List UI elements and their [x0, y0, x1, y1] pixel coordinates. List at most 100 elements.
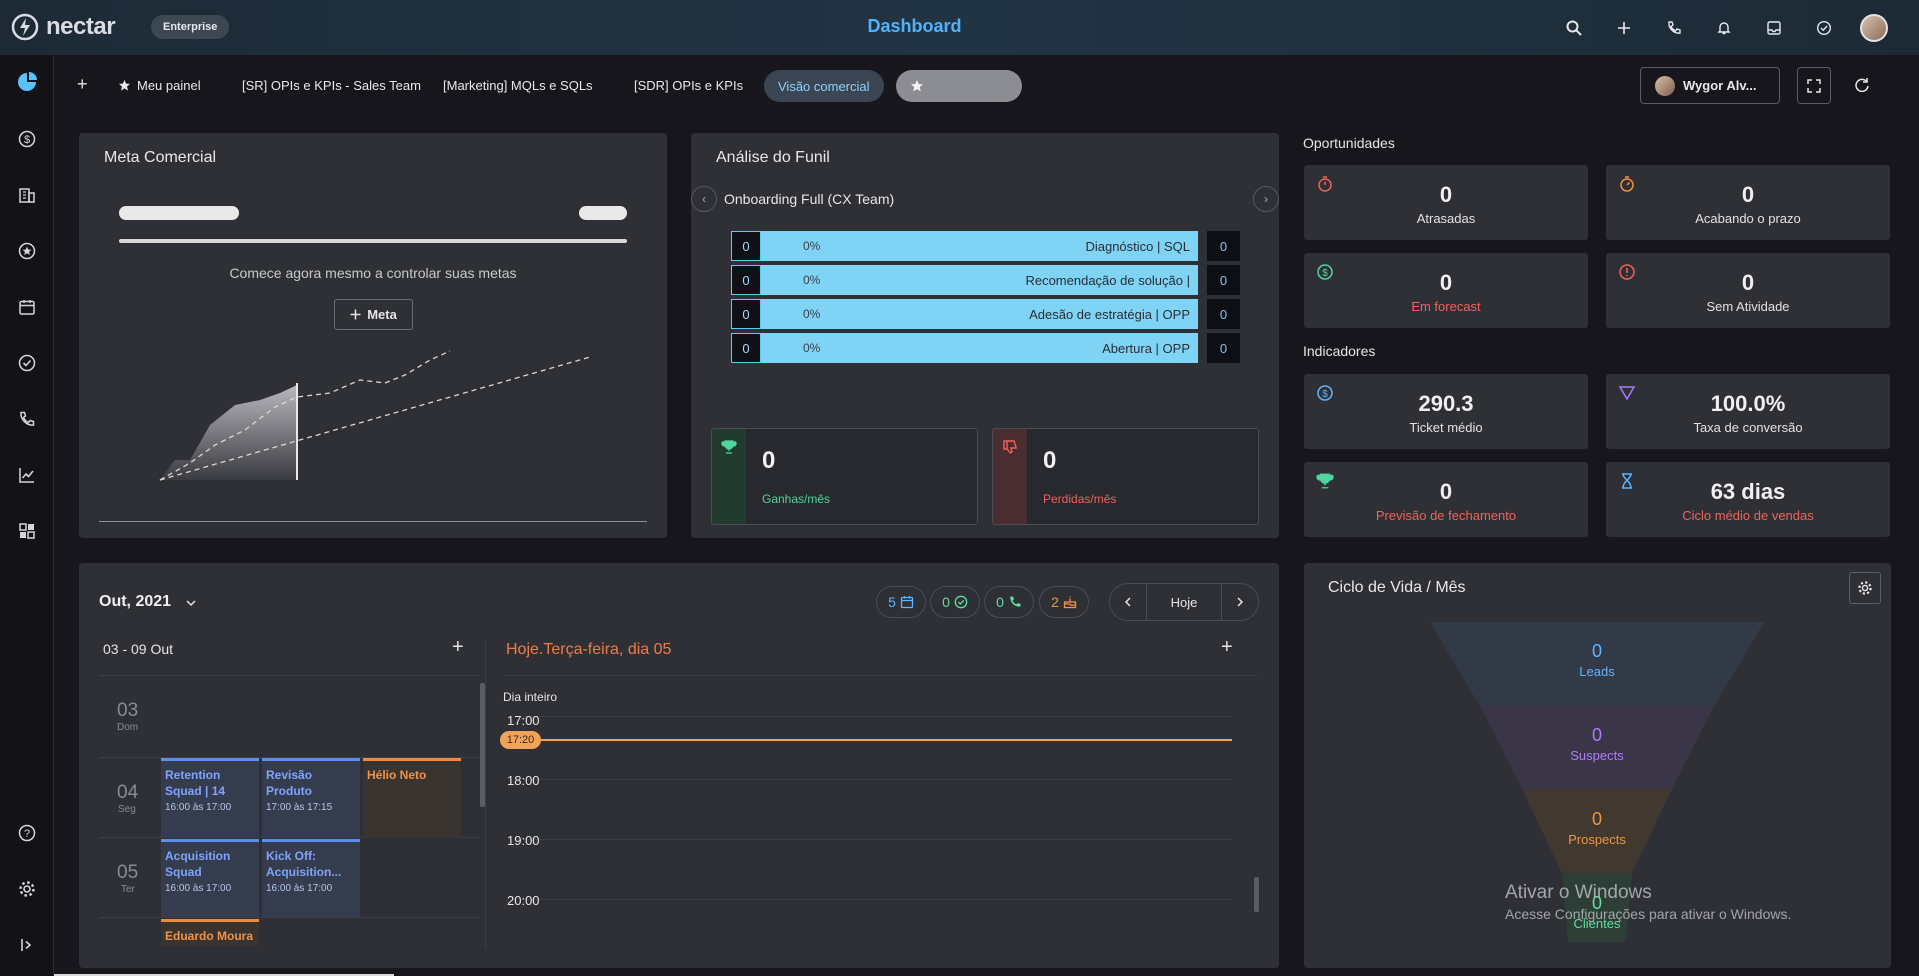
top-bar: nectar Enterprise Dashboard — [0, 0, 1919, 55]
task-icon[interactable] — [12, 348, 42, 378]
calendar-event[interactable]: Kick Off: Acquisition... 16:00 às 17:00 — [262, 839, 360, 917]
calls-counter[interactable]: 0 — [984, 586, 1034, 618]
hour-label: 18:00 — [507, 773, 540, 788]
dashboard-icon[interactable] — [12, 67, 42, 97]
day-scrollbar[interactable] — [1254, 877, 1259, 912]
calendar-icon[interactable] — [12, 292, 42, 322]
week-scrollbar[interactable] — [480, 683, 485, 807]
refresh-icon[interactable] — [1853, 76, 1871, 94]
add-event-day-button[interactable]: + — [1221, 636, 1233, 659]
apps-icon[interactable] — [12, 516, 42, 546]
bell-icon[interactable] — [1699, 14, 1749, 42]
hour-label: 19:00 — [507, 833, 540, 848]
kpi-atrasadas[interactable]: 0 Atrasadas — [1304, 165, 1588, 240]
today-button[interactable]: Hoje — [1147, 583, 1221, 621]
events-counter[interactable]: 5 — [876, 586, 926, 618]
chevron-down-icon[interactable] — [186, 598, 196, 608]
perdidas-value: 0 — [1043, 447, 1057, 474]
company-icon[interactable] — [12, 180, 42, 210]
calendar-next-button[interactable] — [1221, 583, 1259, 621]
kpi-value: 0 — [1439, 479, 1453, 504]
watermark-subtitle: Acesse Configurações para ativar o Windo… — [1505, 906, 1792, 922]
help-icon[interactable]: ? — [12, 818, 42, 848]
add-icon[interactable] — [1599, 14, 1649, 42]
user-filter-button[interactable]: Wygor Alv... — [1640, 67, 1780, 104]
svg-text:?: ? — [24, 828, 30, 840]
calendar-event[interactable]: Acquisition Squad 16:00 às 17:00 — [161, 839, 259, 917]
tab-add[interactable]: + — [77, 74, 88, 95]
meta-progress-track — [119, 239, 627, 243]
divider — [99, 917, 480, 918]
kpi-acabando-prazo[interactable]: 0 Acabando o prazo — [1606, 165, 1890, 240]
event-time: 16:00 às 17:00 — [266, 883, 333, 894]
perdidas-card[interactable]: 0 Perdidas/mês — [992, 428, 1259, 525]
tasks-counter[interactable]: 0 — [930, 586, 980, 618]
funil-stage-row[interactable]: 0 0% Recomendação de solução | 0 — [731, 265, 1240, 295]
lifecycle-stage-leads[interactable]: 0 Leads — [1430, 641, 1764, 679]
star-icon[interactable] — [12, 236, 42, 266]
divider — [485, 640, 486, 948]
lifecycle-stage-prospects[interactable]: 0 Prospects — [1430, 809, 1764, 847]
kpi-label: Ticket médio — [1409, 420, 1483, 435]
funil-stage-row[interactable]: 0 0% Adesão de estratégia | OPP 0 — [731, 299, 1240, 329]
reports-icon[interactable] — [12, 460, 42, 490]
search-icon[interactable] — [1549, 14, 1599, 42]
tab-meu-painel[interactable]: Meu painel — [118, 78, 201, 93]
tab-marketing[interactable]: [Marketing] MQLs e SQLs — [443, 78, 593, 93]
calendar-event[interactable]: Revisão Produto 17:00 às 17:15 — [262, 758, 360, 838]
funil-prev-button[interactable]: ‹ — [691, 186, 717, 212]
oportunidades-title: Oportunidades — [1303, 135, 1395, 151]
week-range: 03 - 09 Out — [103, 641, 174, 657]
funil-stage-row[interactable]: 0 0% Diagnóstico | SQL 0 — [731, 231, 1240, 261]
collapse-icon[interactable] — [12, 930, 42, 960]
calendar-month[interactable]: Out, 2021 — [99, 593, 171, 611]
inbox-icon[interactable] — [1749, 14, 1799, 42]
calendar-event[interactable]: Hélio Neto — [363, 758, 461, 838]
tab-visao-comercial[interactable]: Visão comercial — [764, 70, 884, 102]
meta-progress-placeholder — [579, 206, 627, 220]
lifecycle-stage-suspects[interactable]: 0 Suspects — [1430, 725, 1764, 763]
calendar-event[interactable]: Retention Squad | 14 16:00 às 17:00 — [161, 758, 259, 838]
kpi-taxa-conversao[interactable]: 100.0% Taxa de conversão — [1606, 374, 1890, 449]
call-icon[interactable] — [12, 404, 42, 434]
fullscreen-icon — [1807, 78, 1821, 93]
event-title: Acquisition Squad — [165, 849, 231, 879]
funil-next-button[interactable]: › — [1253, 186, 1279, 212]
money-icon[interactable]: $ — [12, 124, 42, 154]
settings-icon[interactable] — [12, 874, 42, 904]
add-event-week-button[interactable]: + — [452, 636, 464, 659]
fullscreen-button[interactable] — [1797, 67, 1831, 104]
lifecycle-settings-button[interactable] — [1849, 572, 1881, 604]
stage-number: 0 — [731, 265, 761, 295]
phone-icon[interactable] — [1649, 14, 1699, 42]
stage-label: Leads — [1579, 664, 1615, 679]
tab-dragging-placeholder[interactable] — [896, 70, 1022, 102]
funil-stage-row[interactable]: 0 0% Abertura | OPP 0 — [731, 333, 1240, 363]
birthdays-counter[interactable]: 2 — [1039, 586, 1089, 618]
stage-label: Recomendação de solução | — [1025, 273, 1190, 288]
check-circle-icon[interactable] — [1799, 14, 1849, 42]
meta-comercial-title: Meta Comercial — [104, 149, 217, 166]
tab-sr-opis[interactable]: [SR] OPIs e KPIs - Sales Team — [242, 78, 421, 93]
kpi-ticket-medio[interactable]: $ 290.3 Ticket médio — [1304, 374, 1588, 449]
calendar-prev-button[interactable] — [1109, 583, 1147, 621]
kpi-value: 290.3 — [1418, 391, 1474, 416]
kpi-previsao-fechamento[interactable]: 0 Previsão de fechamento — [1304, 462, 1588, 537]
birthdays-count: 2 — [1051, 594, 1059, 610]
stage-count: 0 — [1207, 333, 1240, 363]
hour-line — [523, 839, 1233, 840]
tab-sdr-opis[interactable]: [SDR] OPIs e KPIs — [634, 78, 743, 93]
kpi-sem-atividade[interactable]: 0 Sem Atividade — [1606, 253, 1890, 328]
kpi-label: Acabando o prazo — [1695, 211, 1801, 226]
stage-percent: 0% — [803, 341, 821, 355]
stage-label: Abertura | OPP — [1102, 341, 1190, 356]
add-meta-button[interactable]: Meta — [334, 299, 413, 330]
ganhas-card[interactable]: 0 Ganhas/mês — [711, 428, 978, 525]
add-meta-label: Meta — [367, 307, 397, 322]
kpi-ciclo-medio[interactable]: 63 dias Ciclo médio de vendas — [1606, 462, 1890, 537]
user-avatar[interactable] — [1849, 14, 1899, 42]
event-title: Kick Off: Acquisition... — [266, 849, 342, 879]
hour-line — [523, 716, 1233, 717]
calendar-event[interactable]: Eduardo Moura — [161, 919, 259, 946]
kpi-em-forecast[interactable]: $ 0 Em forecast — [1304, 253, 1588, 328]
